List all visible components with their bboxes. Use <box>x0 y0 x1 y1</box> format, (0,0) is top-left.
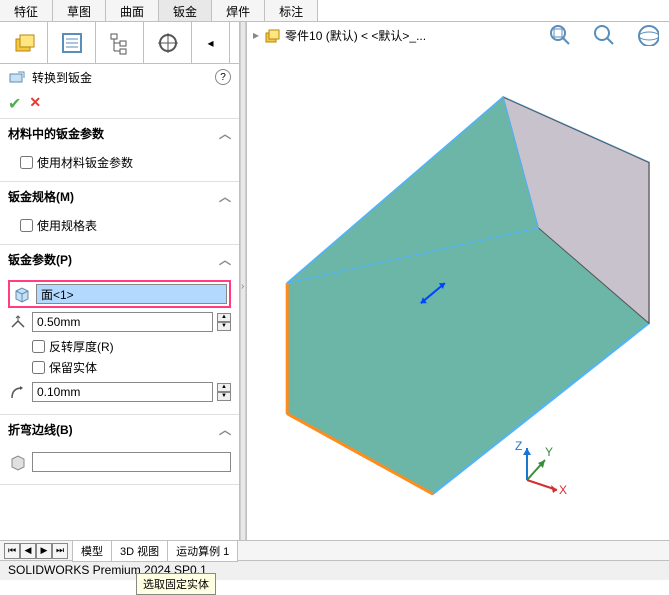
target-icon <box>156 31 180 55</box>
zoom-area-icon[interactable] <box>591 22 615 46</box>
dimxpert-tab[interactable] <box>144 22 192 63</box>
edge-icon <box>8 452 28 472</box>
y-axis-label: Y <box>545 445 553 459</box>
keep-body-checkbox[interactable]: 保留实体 <box>32 357 231 378</box>
model-3d[interactable] <box>247 52 669 514</box>
checkbox-input[interactable] <box>20 156 33 169</box>
tree-icon <box>108 31 132 55</box>
ribbon-tabs: 特征 草图 曲面 钣金 焊件 标注 <box>0 0 669 22</box>
checkbox-input[interactable] <box>32 361 45 374</box>
tab-annotation[interactable]: 标注 <box>265 0 318 21</box>
tab-surface[interactable]: 曲面 <box>106 0 159 21</box>
chevron-up-icon: ︿ <box>219 421 231 438</box>
tab-features[interactable]: 特征 <box>0 0 53 21</box>
overflow-tab[interactable]: ◂ <box>192 22 230 63</box>
thickness-spinner[interactable]: ▲▼ <box>217 313 231 331</box>
z-axis-label: Z <box>515 440 522 453</box>
section-title: 材料中的钣金参数 <box>8 125 104 142</box>
cancel-button[interactable]: ✕ <box>29 94 41 114</box>
checkbox-label: 保留实体 <box>49 359 97 376</box>
tree-item-label[interactable]: 零件10 (默认) < <默认>_... <box>285 27 426 44</box>
3d-view-tab[interactable]: 3D 视图 <box>111 540 168 562</box>
part-tree-icon <box>263 26 281 44</box>
ok-button[interactable]: ✔ <box>8 94 21 114</box>
section-title: 钣金参数(P) <box>8 251 72 268</box>
chevron-left-icon: ◂ <box>207 36 213 50</box>
gauge-section-header[interactable]: 钣金规格(M) ︿ <box>0 182 239 211</box>
section-title: 钣金规格(M) <box>8 188 74 205</box>
thickness-input[interactable] <box>32 312 213 332</box>
next-tab-button[interactable]: ▶ <box>36 543 52 559</box>
tooltip: 选取固定实体 <box>136 573 216 595</box>
config-manager-tab[interactable] <box>96 22 144 63</box>
checkbox-label: 反转厚度(R) <box>49 338 114 355</box>
face-selection-input[interactable] <box>36 284 227 304</box>
chevron-up-icon: ︿ <box>219 251 231 268</box>
status-bar: SOLIDWORKS Premium 2024 SP0.1 <box>0 560 669 580</box>
tab-sheetmetal[interactable]: 钣金 <box>159 0 212 21</box>
motion-study-tab[interactable]: 运动算例 1 <box>167 540 238 562</box>
model-tab[interactable]: 模型 <box>72 540 112 562</box>
zoom-fit-icon[interactable] <box>547 22 571 46</box>
feature-manager-tab[interactable] <box>0 22 48 63</box>
bend-edges-section-header[interactable]: 折弯边线(B) ︿ <box>0 415 239 444</box>
checkbox-label: 使用规格表 <box>37 217 97 234</box>
help-button[interactable]: ? <box>215 69 231 85</box>
property-manager-tab[interactable] <box>48 22 96 63</box>
chevron-up-icon: ︿ <box>219 125 231 142</box>
expand-tree-icon[interactable]: ▸ <box>253 28 259 42</box>
tab-weldment[interactable]: 焊件 <box>212 0 265 21</box>
section-title: 折弯边线(B) <box>8 421 73 438</box>
bend-radius-input[interactable] <box>32 382 213 402</box>
bend-radius-icon <box>8 382 28 402</box>
fixed-face-selection[interactable] <box>8 280 231 308</box>
checkbox-input[interactable] <box>20 219 33 232</box>
first-tab-button[interactable]: ⏮ <box>4 543 20 559</box>
feature-title: 转换到钣金 <box>32 69 209 86</box>
material-section-header[interactable]: 材料中的钣金参数 ︿ <box>0 119 239 148</box>
x-axis-label: X <box>559 483 567 497</box>
last-tab-button[interactable]: ⏭ <box>52 543 68 559</box>
graphics-viewport[interactable]: ▸ 零件10 (默认) < <默认>_... X Y <box>246 22 669 540</box>
thickness-icon <box>8 312 28 332</box>
part-icon <box>12 31 36 55</box>
prev-tab-button[interactable]: ◀ <box>20 543 36 559</box>
bend-radius-spinner[interactable]: ▲▼ <box>217 383 231 401</box>
view-orientation-icon[interactable] <box>635 22 659 46</box>
tab-sketch[interactable]: 草图 <box>53 0 106 21</box>
bottom-tab-bar: ⏮ ◀ ▶ ⏭ 模型 3D 视图 运动算例 1 <box>0 540 669 560</box>
checkbox-input[interactable] <box>32 340 45 353</box>
list-icon <box>60 31 84 55</box>
reverse-thickness-checkbox[interactable]: 反转厚度(R) <box>32 336 231 357</box>
orientation-triad[interactable]: X Y Z <box>507 440 567 500</box>
chevron-up-icon: ︿ <box>219 188 231 205</box>
property-manager: ◂ 转换到钣金 ? ✔ ✕ 材料中的钣金参数 ︿ 使用材料钣金参数 <box>0 22 240 540</box>
bend-edge-input[interactable] <box>32 452 231 472</box>
checkbox-label: 使用材料钣金参数 <box>37 154 133 171</box>
use-gauge-table-checkbox[interactable]: 使用规格表 <box>20 215 231 236</box>
use-material-params-checkbox[interactable]: 使用材料钣金参数 <box>20 152 231 173</box>
cube-icon <box>12 284 32 304</box>
params-section-header[interactable]: 钣金参数(P) ︿ <box>0 245 239 274</box>
convert-sheetmetal-icon <box>8 68 26 86</box>
